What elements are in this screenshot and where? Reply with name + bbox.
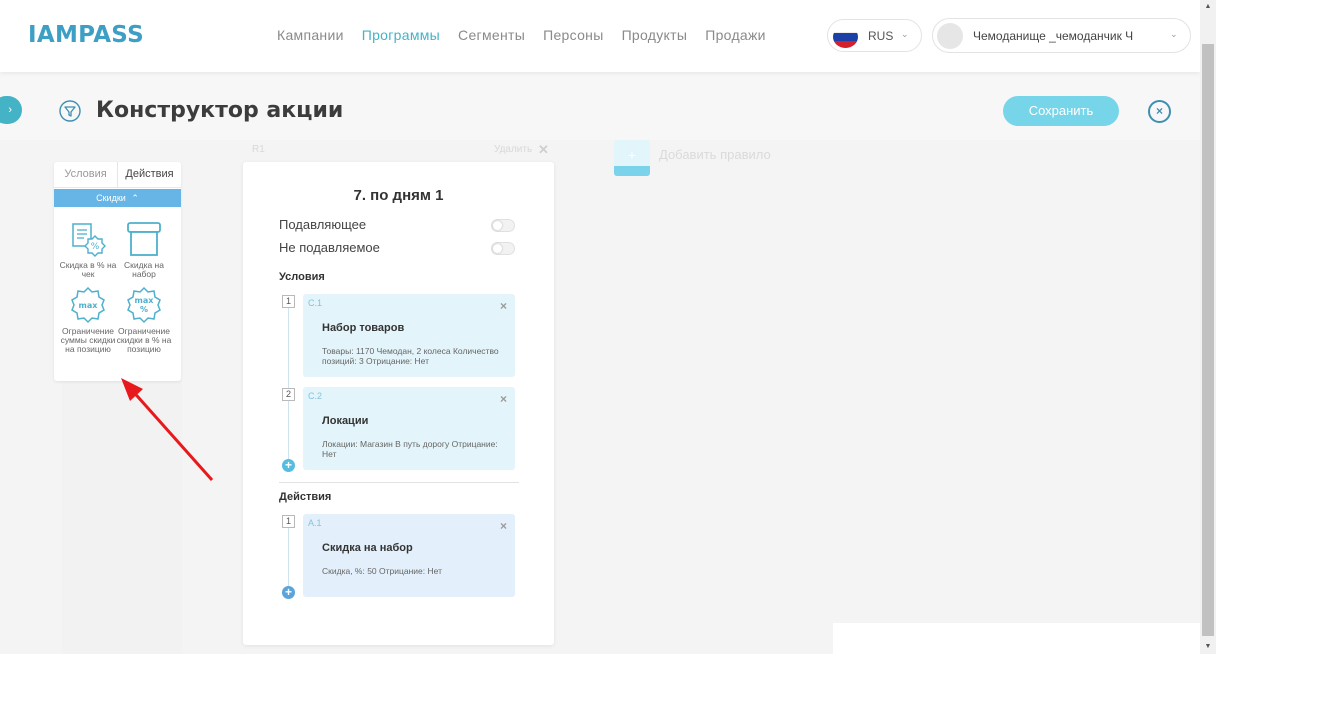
scroll-down-icon[interactable]: ▼ — [1200, 640, 1216, 654]
tab-conditions[interactable]: Условия — [54, 162, 117, 188]
close-icon[interactable]: ✕ — [538, 142, 549, 158]
condition-description: Товары: 1170 Чемодан, 2 колеса Количеств… — [322, 346, 499, 366]
nav-item-products[interactable]: Продукты — [622, 27, 688, 43]
condition-id: C.2 — [308, 391, 323, 401]
action-number: 1 — [282, 515, 295, 528]
filter-icon — [59, 100, 81, 122]
receipt-percent-icon: % — [72, 223, 106, 257]
add-action-button[interactable]: + — [282, 586, 295, 599]
app: IAMPASS Кампании Программы Сегменты Перс… — [0, 0, 1200, 654]
main-nav: Кампании Программы Сегменты Персоны Прод… — [277, 27, 766, 43]
palette-item-max-sum[interactable]: max Ограничение суммы скидки на позицию — [58, 286, 118, 354]
palette-item-label: Ограничение суммы скидки на позицию — [60, 326, 116, 354]
conditions-heading: Условия — [279, 271, 325, 283]
condition-number: 2 — [282, 388, 295, 401]
rule-card: 7. по дням 1 Подавляющее Не подавляемое … — [243, 162, 554, 645]
actions-heading: Действия — [279, 491, 332, 503]
action-description: Скидка, %: 50 Отрицание: Нет — [322, 566, 442, 576]
action-block[interactable]: A.1 × Скидка на набор Скидка, %: 50 Отри… — [303, 514, 515, 597]
condition-block[interactable]: C.2 × Локации Локации: Магазин В путь до… — [303, 387, 515, 470]
palette-item-label: Скидка в % на чек — [59, 260, 117, 279]
scrollbar-thumb[interactable] — [1202, 44, 1214, 636]
svg-text:%: % — [91, 242, 100, 252]
russia-flag-icon — [833, 26, 858, 48]
condition-number: 1 — [282, 295, 295, 308]
toggle-label: Не подавляемое — [279, 240, 380, 255]
condition-title: Набор товаров — [322, 322, 405, 334]
section-divider — [279, 482, 519, 483]
add-rule-button[interactable]: + — [614, 140, 650, 176]
nav-item-personas[interactable]: Персоны — [543, 27, 603, 43]
vertical-scrollbar[interactable]: ▲ ▼ — [1200, 0, 1216, 654]
logo[interactable]: IAMPASS — [28, 22, 144, 48]
palette-item-set-discount[interactable]: Скидка на набор — [114, 220, 174, 279]
bottom-panel — [833, 623, 1200, 654]
action-id: A.1 — [308, 518, 322, 528]
nav-item-programs[interactable]: Программы — [362, 27, 440, 43]
sidebar-toggle-button[interactable]: › — [0, 96, 22, 124]
language-selector[interactable]: RUS ⌄ — [827, 19, 922, 52]
svg-text:max: max — [79, 301, 99, 310]
toggle-label: Подавляющее — [279, 217, 367, 232]
nav-item-campaigns[interactable]: Кампании — [277, 27, 344, 43]
condition-block[interactable]: C.1 × Набор товаров Товары: 1170 Чемодан… — [303, 294, 515, 377]
avatar — [937, 23, 963, 49]
language-code: RUS — [868, 29, 894, 43]
svg-text:max: max — [135, 296, 155, 305]
toggle-switch[interactable] — [491, 219, 515, 232]
max-percent-badge-icon: max % — [127, 286, 161, 324]
condition-title: Локации — [322, 415, 369, 427]
page-title: Конструктор акции — [96, 98, 344, 123]
rule-ghost-label: R1 — [252, 144, 265, 155]
palette-item-label: Скидка на набор — [124, 260, 164, 279]
svg-text:%: % — [140, 305, 148, 314]
toggle-suppressing: Подавляющее — [279, 217, 515, 233]
palette-item-label: Ограничение скидки в % на позицию — [116, 326, 172, 354]
toggle-not-suppressible: Не подавляемое — [279, 240, 515, 256]
user-menu[interactable]: Чемоданище _чемоданчик Ч ⌄ — [932, 18, 1191, 53]
category-discounts[interactable]: Скидки ⌃ — [54, 189, 181, 207]
add-rule-label[interactable]: Добавить правило — [659, 147, 771, 162]
palette-item-max-percent[interactable]: max % Ограничение скидки в % на позицию — [114, 286, 174, 354]
action-title: Скидка на набор — [322, 542, 413, 554]
box-icon — [127, 222, 161, 256]
toggle-switch[interactable] — [491, 242, 515, 255]
remove-icon[interactable]: × — [500, 519, 507, 533]
add-condition-button[interactable]: + — [282, 459, 295, 472]
chevron-up-icon: ⌃ — [131, 193, 139, 203]
remove-icon[interactable]: × — [500, 392, 507, 406]
condition-id: C.1 — [308, 298, 323, 308]
palette-item-check-percent[interactable]: % Скидка в % на чек — [58, 220, 118, 279]
scroll-up-icon[interactable]: ▲ — [1200, 0, 1216, 14]
condition-description: Локации: Магазин В путь дорогу Отрицание… — [322, 439, 498, 459]
chevron-down-icon: ⌄ — [901, 29, 909, 39]
nav-item-sales[interactable]: Продажи — [705, 27, 766, 43]
tab-actions[interactable]: Действия — [117, 162, 181, 188]
annotation-arrow-icon — [121, 378, 214, 481]
max-badge-icon: max — [71, 286, 105, 324]
remove-icon[interactable]: × — [500, 299, 507, 313]
palette-tabs: Условия Действия — [54, 162, 181, 188]
rule-ghost-delete[interactable]: Удалить — [494, 144, 532, 155]
actions-connector — [288, 521, 289, 587]
actions-palette: Условия Действия Скидки ⌃ % Скидка в % н… — [54, 162, 181, 381]
chevron-down-icon: ⌄ — [1170, 29, 1178, 39]
top-header: IAMPASS Кампании Программы Сегменты Перс… — [0, 0, 1200, 72]
user-name: Чемоданище _чемоданчик Ч — [973, 29, 1134, 43]
rule-title: 7. по дням 1 — [353, 187, 444, 204]
conditions-connector — [288, 300, 289, 460]
save-button[interactable]: Сохранить — [1003, 96, 1119, 126]
close-button[interactable]: × — [1148, 100, 1171, 123]
category-label: Скидки — [96, 193, 126, 203]
nav-item-segments[interactable]: Сегменты — [458, 27, 525, 43]
